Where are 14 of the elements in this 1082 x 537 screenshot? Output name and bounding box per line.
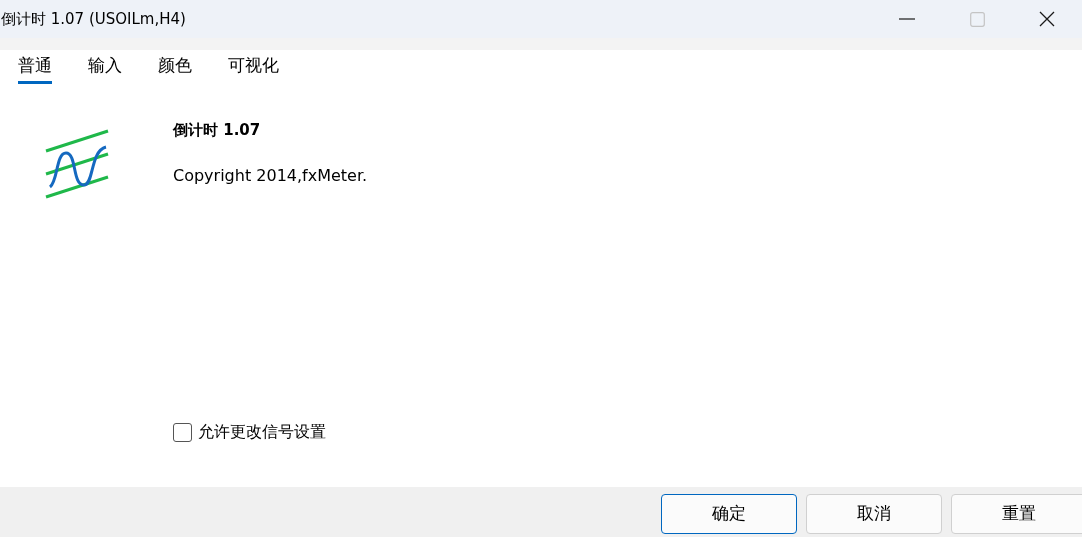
tab[interactable]: 颜色 (158, 53, 192, 84)
dialog-button[interactable]: 重置 (951, 494, 1082, 534)
window-title: 倒计时 1.07 (USOILm,H4) (0, 8, 187, 30)
tab[interactable]: 输入 (88, 53, 122, 84)
tab[interactable]: 可视化 (228, 53, 279, 84)
dialog-button[interactable]: 确定 (661, 494, 797, 534)
tab[interactable]: 普通 (18, 53, 52, 84)
copyright-text: Copyright 2014,fxMeter. (173, 164, 368, 187)
indicator-name: 倒计时 1.07 (173, 120, 262, 141)
sine-wave-icon (44, 129, 110, 201)
signal-settings-checkbox[interactable]: 允许更改信号设置 (173, 420, 326, 444)
close-icon[interactable] (1039, 11, 1055, 27)
minimize-icon[interactable] (899, 18, 915, 20)
dialog-button[interactable]: 取消 (806, 494, 942, 534)
